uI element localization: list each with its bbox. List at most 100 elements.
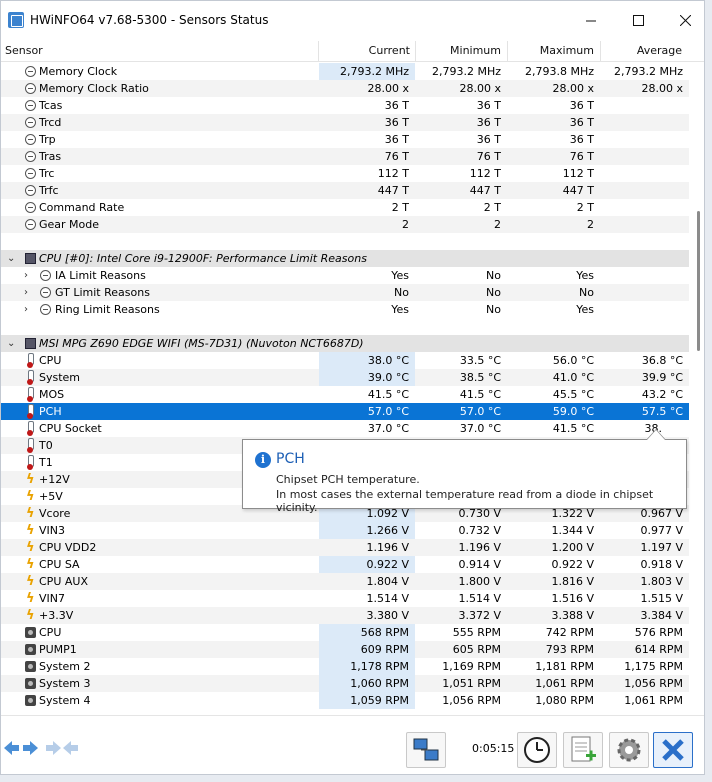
- sensor-row-temp-mos[interactable]: MOS 41.5 °C 41.5 °C 45.5 °C 43.2 °C: [1, 386, 689, 403]
- sensor-minimum: 1,051 RPM: [442, 677, 501, 690]
- tooltip-line-1: Chipset PCH temperature.: [276, 473, 420, 486]
- column-sensor[interactable]: Sensor: [5, 40, 43, 62]
- sensor-current: 37.0 °C: [367, 422, 409, 435]
- close-button[interactable]: [662, 1, 704, 39]
- sensor-row-temp-system[interactable]: System 39.0 °C 38.5 °C 41.0 °C 39.9 °C: [1, 369, 689, 386]
- sensor-name: IA Limit Reasons: [55, 269, 146, 282]
- sensor-minimum: 28.00 x: [459, 82, 502, 95]
- sensor-row-volt-3v3[interactable]: ϟ +3.3V 3.380 V 3.372 V 3.388 V 3.384 V: [1, 607, 689, 624]
- chevron-right-icon[interactable]: ›: [24, 301, 28, 318]
- column-current[interactable]: Current: [319, 40, 410, 62]
- sensor-current: Yes: [391, 269, 409, 282]
- sensor-row-volt-cpu-sa[interactable]: ϟ CPU SA 0.922 V 0.914 V 0.922 V 0.918 V: [1, 556, 689, 573]
- network-button[interactable]: [406, 732, 446, 768]
- sensor-current: No: [394, 286, 409, 299]
- sensor-minimum: 447 T: [469, 184, 501, 197]
- sensor-name: Trcd: [39, 116, 62, 129]
- sensor-current: 39.0 °C: [319, 369, 415, 386]
- lightning-bolt-icon: ϟ: [26, 591, 35, 606]
- sensor-row-gt-limit-reasons[interactable]: › GT Limit Reasons No No No: [1, 284, 689, 301]
- sensor-row-fan-system-2[interactable]: System 2 1,178 RPM 1,169 RPM 1,181 RPM 1…: [1, 658, 689, 675]
- sensor-row-fan-cpu[interactable]: CPU 568 RPM 555 RPM 742 RPM 576 RPM: [1, 624, 689, 641]
- sensor-average: 1,175 RPM: [624, 660, 683, 673]
- sensor-row-memory-clock[interactable]: Memory Clock 2,793.2 MHz 2,793.2 MHz 2,7…: [1, 63, 689, 80]
- lightning-bolt-icon: ϟ: [26, 489, 35, 504]
- limit-icon: [40, 304, 51, 315]
- chevron-down-icon[interactable]: ⌄: [7, 250, 15, 267]
- chevron-right-icon[interactable]: ›: [24, 284, 28, 301]
- sensor-row-trc[interactable]: Trc 112 T 112 T 112 T: [1, 165, 689, 182]
- group-header-motherboard[interactable]: ⌄ MSI MPG Z690 EDGE WIFI (MS-7D31) (Nuvo…: [1, 335, 689, 352]
- sensor-row-trfc[interactable]: Trfc 447 T 447 T 447 T: [1, 182, 689, 199]
- bottom-toolbar: 0:05:15: [1, 715, 704, 774]
- sensor-maximum: 0.922 V: [551, 558, 594, 571]
- sensor-minimum: 33.5 °C: [459, 354, 501, 367]
- group-header-cpu-limit-reasons[interactable]: ⌄ CPU [#0]: Intel Core i9-12900F: Perfor…: [1, 250, 689, 267]
- sensor-row-volt-vin7[interactable]: ϟ VIN7 1.514 V 1.514 V 1.516 V 1.515 V: [1, 590, 689, 607]
- thermometer-icon: [27, 438, 34, 453]
- scrollbar-thumb[interactable]: [697, 211, 700, 351]
- thermometer-icon: [27, 421, 34, 436]
- group-title: MSI MPG Z690 EDGE WIFI (MS-7D31) (Nuvoto…: [39, 337, 364, 350]
- sensor-row-fan-system-3[interactable]: System 3 1,060 RPM 1,051 RPM 1,061 RPM 1…: [1, 675, 689, 692]
- sensor-row-temp-cpu[interactable]: CPU 38.0 °C 33.5 °C 56.0 °C 36.8 °C: [1, 352, 689, 369]
- sensor-row-fan-system-4[interactable]: System 4 1,059 RPM 1,056 RPM 1,080 RPM 1…: [1, 692, 689, 709]
- sensor-row-volt-vin3[interactable]: ϟ VIN3 1.266 V 0.732 V 1.344 V 0.977 V: [1, 522, 689, 539]
- sensor-name: Trc: [39, 167, 55, 180]
- sensor-row-trcd[interactable]: Trcd 36 T 36 T 36 T: [1, 114, 689, 131]
- sensor-average: 3.384 V: [640, 609, 683, 622]
- sensor-name: Tcas: [39, 99, 63, 112]
- sensor-average: [600, 284, 689, 301]
- maximize-button[interactable]: [615, 1, 661, 39]
- settings-button[interactable]: [609, 732, 649, 768]
- sensor-maximum: 1.200 V: [551, 541, 594, 554]
- column-maximum[interactable]: Maximum: [507, 40, 594, 62]
- sensor-row-volt-cpu-aux[interactable]: ϟ CPU AUX 1.804 V 1.800 V 1.816 V 1.803 …: [1, 573, 689, 590]
- sensor-row-tcas[interactable]: Tcas 36 T 36 T 36 T: [1, 97, 689, 114]
- logging-button[interactable]: [563, 732, 603, 768]
- sensor-maximum: Yes: [576, 269, 594, 282]
- sensor-maximum: 28.00 x: [552, 82, 595, 95]
- sensor-row-fan-pump1[interactable]: PUMP1 609 RPM 605 RPM 793 RPM 614 RPM: [1, 641, 689, 658]
- sensor-maximum: Yes: [576, 303, 594, 316]
- minimize-button[interactable]: [568, 1, 614, 39]
- sensor-average: 43.2 °C: [641, 388, 683, 401]
- sensor-row-tras[interactable]: Tras 76 T 76 T 76 T: [1, 148, 689, 165]
- sensor-row-volt-cpu-vdd2[interactable]: ϟ CPU VDD2 1.196 V 1.196 V 1.200 V 1.197…: [1, 539, 689, 556]
- sensor-row-gear-mode[interactable]: Gear Mode 2 2 2: [1, 216, 689, 233]
- sensor-minimum: 0.732 V: [458, 524, 501, 537]
- lightning-bolt-icon: ϟ: [26, 540, 35, 555]
- collapse-arrows-button[interactable]: [45, 738, 79, 762]
- sensor-maximum: 36 T: [569, 99, 594, 112]
- sensor-row-ia-limit-reasons[interactable]: › IA Limit Reasons Yes No Yes: [1, 267, 689, 284]
- chevron-right-icon[interactable]: ›: [24, 267, 28, 284]
- sensor-minimum: 38.5 °C: [459, 371, 501, 384]
- fan-icon: [25, 627, 36, 638]
- sensor-average: 576 RPM: [634, 626, 683, 639]
- sensor-row-temp-cpu-socket[interactable]: CPU Socket 37.0 °C 37.0 °C 41.5 °C 38.: [1, 420, 689, 437]
- desktop-edge: [705, 0, 712, 782]
- column-minimum[interactable]: Minimum: [415, 40, 501, 62]
- navigate-arrows-button[interactable]: [4, 738, 38, 762]
- reset-timer-button[interactable]: [517, 732, 557, 768]
- fan-icon: [25, 661, 36, 672]
- sensor-name: Ring Limit Reasons: [55, 303, 160, 316]
- chevron-down-icon[interactable]: ⌄: [7, 335, 15, 352]
- column-average[interactable]: Average: [600, 40, 682, 62]
- sensor-current: 2 T: [391, 201, 409, 214]
- sensor-row-trp[interactable]: Trp 36 T 36 T 36 T: [1, 131, 689, 148]
- vertical-scrollbar[interactable]: [691, 63, 703, 713]
- thermometer-icon: [27, 404, 34, 419]
- network-computers-icon: [413, 738, 439, 761]
- sensor-maximum: 742 RPM: [545, 626, 594, 639]
- sensor-minimum: 76 T: [476, 150, 501, 163]
- sensor-row-temp-pch-selected[interactable]: PCH 57.0 °C 57.0 °C 59.0 °C 57.5 °C: [1, 403, 689, 420]
- sensor-name: Command Rate: [39, 201, 125, 214]
- sensor-list[interactable]: Memory Clock 2,793.2 MHz 2,793.2 MHz 2,7…: [1, 63, 689, 713]
- sensor-row-ring-limit-reasons[interactable]: › Ring Limit Reasons Yes No Yes: [1, 301, 689, 318]
- sensors-window: HWiNFO64 v7.68-5300 - Sensors Status Sen…: [0, 0, 705, 775]
- sensor-row-command-rate[interactable]: Command Rate 2 T 2 T 2 T: [1, 199, 689, 216]
- sensor-row-memory-clock-ratio[interactable]: Memory Clock Ratio 28.00 x 28.00 x 28.00…: [1, 80, 689, 97]
- exit-button[interactable]: [653, 732, 693, 768]
- sensor-name: +12V: [39, 473, 70, 486]
